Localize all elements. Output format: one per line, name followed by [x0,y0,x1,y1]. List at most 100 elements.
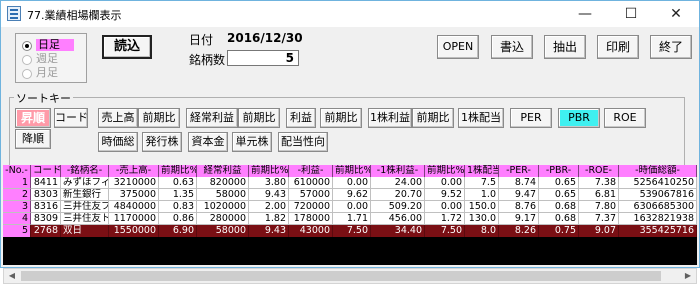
summary-cell: 0.75 [539,225,579,237]
table-cell: 三井住友フィ [61,201,109,213]
table-cell: 1.35 [159,189,197,201]
table-row[interactable]: 48309三井住友トラ11700000.862800001.821780001.… [3,213,697,225]
table-row[interactable]: 2 8303 新生銀行 375000 1.35 58000 9.43 57000 9.62 20.… [3,189,697,201]
summary-cell: 7.50 [425,225,465,237]
table-cell: 0.83 [159,201,197,213]
table-cell: 新生銀行 [61,189,109,201]
summary-row[interactable]: 5 2768 双日 1550000 6.90 58000 9.43 43000 7.50 34.4… [3,225,697,237]
client-area: 日足 週足 月足 読込 日付 2016/12/30 銘柄数 5 OPEN 書込 … [1,27,699,284]
column-header: 経常利益 [197,165,249,177]
table-cell: 1170000 [109,213,159,225]
write-button[interactable]: 書込 [491,35,533,59]
sort-key-pbr[interactable]: PBR [558,108,600,128]
table-cell: 58000 [197,189,249,201]
summary-cell: 2768 [31,225,61,237]
table-cell: 8.76 [499,201,539,213]
table-cell: 3210000 [109,177,159,189]
table-cell: 7.37 [579,213,619,225]
sort-key-unit-shares[interactable]: 単元株 [232,132,272,152]
column-header: 前期比% [159,165,197,177]
sort-key-market-cap[interactable]: 時価総 [98,132,138,152]
date-label: 日付 [189,33,214,47]
summary-cell: 7.50 [333,225,371,237]
sort-key-profit-yoy[interactable]: 前期比 [320,108,362,128]
summary-cell: 8.26 [499,225,539,237]
summary-cell: 43000 [289,225,333,237]
sort-desc-button[interactable]: 降順 [15,129,51,149]
table-cell: 130.0 [465,213,499,225]
table-cell: 1020000 [197,201,249,213]
title-bar[interactable]: 77.業績相場欄表示 — ☐ ✕ [1,1,699,27]
table-row[interactable]: 38316三井住友フィ48400000.8310200002.007200000… [3,201,697,213]
scroll-right-icon[interactable]: ▶ [680,269,696,283]
table-row[interactable]: 18411みずほフィナ32100000.638200003.806100000.… [3,177,697,189]
scroll-left-icon[interactable]: ◀ [4,269,20,283]
sort-key-ordinary-yoy[interactable]: 前期比 [238,108,280,128]
table-cell: 375000 [109,189,159,201]
sort-asc-button[interactable]: 昇順 [15,108,51,128]
table-cell: 6.81 [579,189,619,201]
sort-key-sales-yoy[interactable]: 前期比 [138,108,180,128]
sort-key-payout-ratio[interactable]: 配当性向 [278,132,328,152]
sort-key-code[interactable]: コード [54,108,88,128]
radio-dot [22,55,32,65]
sort-key-capital[interactable]: 資本金 [188,132,228,152]
data-grid[interactable]: -No.- コード -銘柄名- -売上高- 前期比% 経常利益 前期比% -利益- 前期比% -1… [3,165,697,265]
table-cell: 2.00 [249,201,289,213]
sort-key-ordinary-profit[interactable]: 経常利益 [186,108,238,128]
column-header: -利益- [289,165,333,177]
table-cell: 610000 [289,177,333,189]
table-cell: 7.38 [579,177,619,189]
table-cell: 0.00 [425,201,465,213]
exit-button[interactable]: 終了 [650,35,692,59]
window-title: 77.業績相場欄表示 [27,9,122,22]
summary-cell: 双日 [61,225,109,237]
maximize-icon[interactable]: ☐ [609,1,653,27]
table-cell: 24.00 [371,177,425,189]
extract-button[interactable]: 抽出 [544,35,586,59]
column-header: 1株配当 [465,165,499,177]
column-header: -銘柄名- [61,165,109,177]
column-header: 前期比% [333,165,371,177]
table-cell: 1.71 [333,213,371,225]
radio-label: 月足 [36,66,58,79]
column-header: -No.- [3,165,31,177]
minimize-icon[interactable]: — [563,1,607,27]
sort-key-eps-yoy[interactable]: 前期比 [412,108,454,128]
load-button[interactable]: 読込 [102,35,152,59]
table-cell: 3 [3,201,31,213]
table-cell: 0.00 [333,201,371,213]
summary-cell: 34.40 [371,225,425,237]
print-button[interactable]: 印刷 [597,35,639,59]
table-cell: 6306685300 [619,201,697,213]
column-header: コード [31,165,61,177]
sort-key-shares-issued[interactable]: 発行株 [142,132,182,152]
sort-key-eps[interactable]: 1株利益 [368,108,412,128]
table-cell: 456.00 [371,213,425,225]
table-cell: 9.43 [249,189,289,201]
open-button[interactable]: OPEN [437,35,479,59]
table-cell: 1632821938 [619,213,697,225]
horizontal-scrollbar[interactable]: ◀ ▶ [3,268,697,284]
sort-key-dividend[interactable]: 1株配当 [458,108,504,128]
table-cell: みずほフィナ [61,177,109,189]
sort-key-profit[interactable]: 利益 [286,108,316,128]
count-field: 5 [227,50,299,66]
table-cell: 150.0 [465,201,499,213]
summary-cell: 8.0 [465,225,499,237]
sort-key-per[interactable]: PER [510,108,552,128]
radio-dot [22,69,32,79]
table-cell: 4 [3,213,31,225]
table-cell: 9.47 [499,189,539,201]
column-header: 前期比% [425,165,465,177]
summary-cell: 6.90 [159,225,197,237]
app-icon [7,6,21,21]
scroll-thumb[interactable] [21,271,661,281]
table-cell: 三井住友トラ [61,213,109,225]
table-cell: 0.65 [539,189,579,201]
close-icon[interactable]: ✕ [653,1,699,27]
sort-key-sales[interactable]: 売上高 [98,108,138,128]
sort-key-roe[interactable]: ROE [604,108,646,128]
table-cell: 1.82 [249,213,289,225]
column-header: -1株利益- [371,165,425,177]
